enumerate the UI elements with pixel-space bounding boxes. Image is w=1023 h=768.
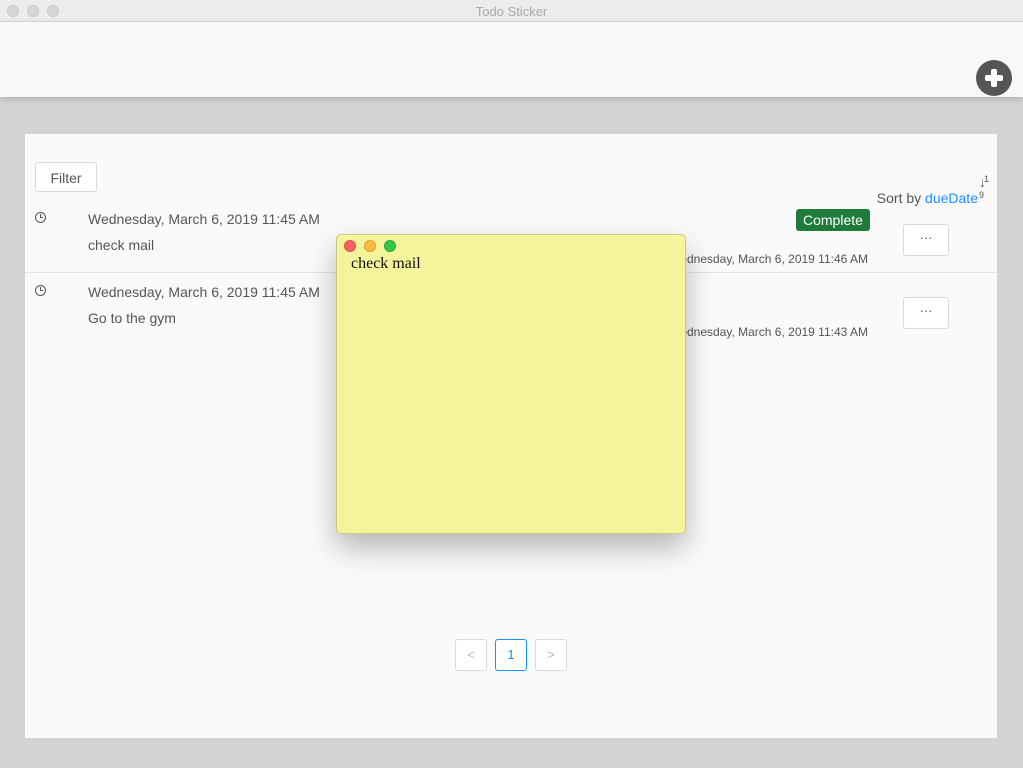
pagination-prev-button[interactable]: < <box>455 639 487 671</box>
more-actions-button[interactable]: ··· <box>903 297 949 329</box>
clock-icon <box>35 212 46 223</box>
todo-text: check mail <box>88 237 155 253</box>
toolbar <box>0 22 1023 97</box>
sticker-text[interactable]: check mail <box>351 255 421 273</box>
more-actions-button[interactable]: ··· <box>903 224 949 256</box>
sticky-note-window[interactable]: check mail <box>336 234 686 534</box>
sticker-close-button[interactable] <box>344 240 356 252</box>
add-todo-button[interactable] <box>976 60 1012 96</box>
pagination-page-1[interactable]: 1 <box>495 639 527 671</box>
clock-icon <box>35 285 46 296</box>
title-bar: Todo Sticker <box>0 0 1023 22</box>
due-date: Wednesday, March 6, 2019 11:45 AM <box>88 284 320 300</box>
updated-date: Wednesday, March 6, 2019 11:46 AM <box>669 252 868 266</box>
window-title: Todo Sticker <box>475 4 548 19</box>
due-date: Wednesday, March 6, 2019 11:45 AM <box>88 211 320 227</box>
sticker-minimize-button[interactable] <box>364 240 376 252</box>
updated-date: Wednesday, March 6, 2019 11:43 AM <box>669 325 868 339</box>
todo-text: Go to the gym <box>88 310 176 326</box>
filter-button[interactable]: Filter <box>35 162 97 192</box>
status-badge: Complete <box>796 209 870 231</box>
pagination-next-button[interactable]: > <box>535 639 567 671</box>
sticker-zoom-button[interactable] <box>384 240 396 252</box>
